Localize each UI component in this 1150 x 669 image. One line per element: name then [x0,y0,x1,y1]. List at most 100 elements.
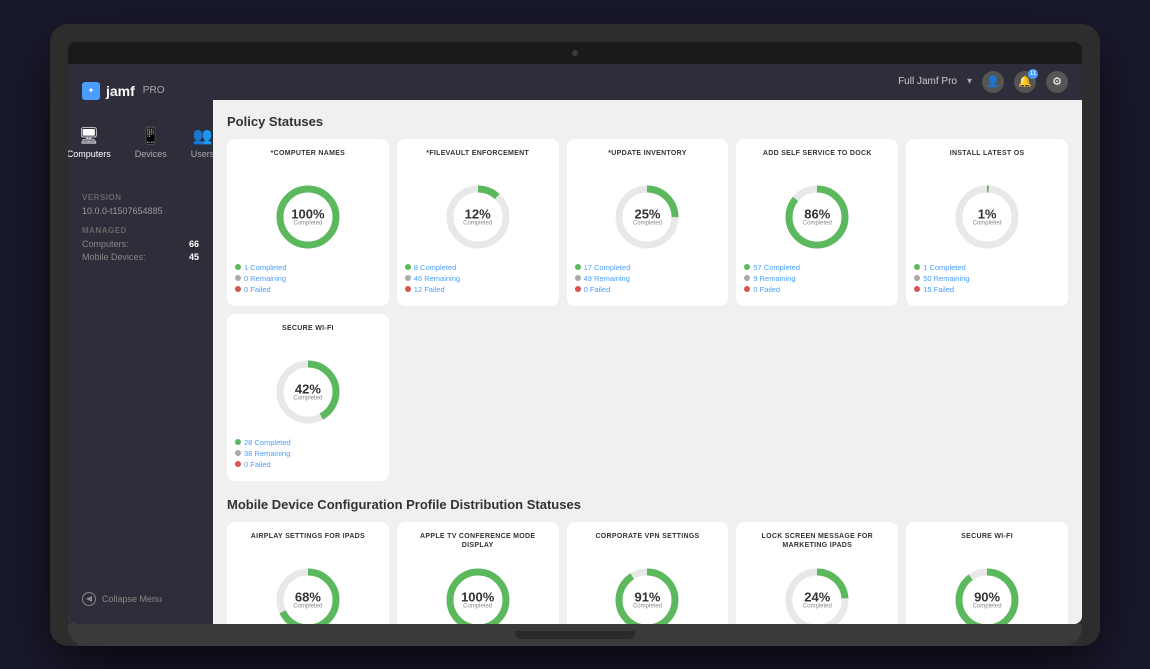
stat-dot-gray [405,275,411,281]
stat-dot-gray [235,450,241,456]
card-title: AIRPLAY SETTINGS FOR IPADS [251,532,365,554]
donut-percent: 24% [803,590,832,603]
sidebar-item-devices[interactable]: 📱 Devices [125,120,177,165]
stat-text[interactable]: 9 Remaining [753,274,795,283]
policy-card: AIRPLAY SETTINGS FOR IPADS68%Completed31… [227,522,389,624]
donut-sublabel: Completed [633,603,662,609]
donut-chart: 42%Completed [272,356,344,428]
donut-sublabel: Completed [973,220,1002,226]
stat-row: 9 Remaining [744,274,890,283]
computers-key: Computers: [82,239,129,249]
stat-row: 46 Remaining [405,274,551,283]
policy-card: LOCK SCREEN MESSAGE FOR MARKETING IPADS2… [736,522,898,624]
stat-text[interactable]: 50 Remaining [923,274,969,283]
stat-dot-gray [744,275,750,281]
card-title: SECURE WI-FI [961,532,1013,554]
dropdown-arrow[interactable]: ▾ [967,76,972,87]
donut-chart: 100%Completed [442,564,514,624]
stat-text[interactable]: 15 Failed [923,285,954,294]
laptop-content: jamf PRO 🖥 Computers 📱 Devices 👥 Users [68,64,1082,624]
donut-percent: 25% [633,207,662,220]
policy-card: INSTALL LATEST OS 1%Completed 1 Completed 5… [906,139,1068,306]
donut-percent: 42% [293,382,322,395]
laptop-frame: jamf PRO 🖥 Computers 📱 Devices 👥 Users [50,24,1100,646]
card-stats: 17 Completed 49 Remaining 0 Failed [575,263,721,296]
stat-text[interactable]: 0 Failed [584,285,611,294]
stat-text[interactable]: 12 Failed [414,285,445,294]
logo-area: jamf PRO [68,74,213,108]
version-label: VERSION [82,193,199,202]
stat-dot-red [575,286,581,292]
stat-dot-red [744,286,750,292]
policy-card: SECURE WI-FI90%Completed40 Completed4 Re… [906,522,1068,624]
stat-text[interactable]: 0 Remaining [244,274,286,283]
card-title: SECURE WI-FI [282,324,334,346]
donut-chart: 24%Completed [781,564,853,624]
donut-chart: 25%Completed [611,181,683,253]
stat-dot-green [405,264,411,270]
card-stats: 1 Completed 0 Remaining 0 Failed [235,263,381,296]
stat-text[interactable]: 8 Completed [414,263,457,272]
computers-icon: 🖥 [79,126,99,146]
stat-text[interactable]: 1 Completed [244,263,287,272]
mobile-section-title: Mobile Device Configuration Profile Dist… [227,497,1068,512]
donut-percent: 90% [973,590,1002,603]
collapse-menu-button[interactable]: ◀ Collapse Menu [68,584,213,614]
sidebar-nav: 🖥 Computers 📱 Devices 👥 Users [68,116,213,169]
policy-card: *UPDATE INVENTORY25%Completed17 Complete… [567,139,729,306]
donut-sublabel: Completed [803,220,832,226]
mobile-cards-grid: AIRPLAY SETTINGS FOR IPADS68%Completed31… [227,522,1068,624]
stat-text[interactable]: 1 Completed [923,263,966,272]
donut-percent: 1% [973,207,1002,220]
mobile-key: Mobile Devices: [82,252,146,262]
mobile-num: 45 [189,252,199,262]
card-title: INSTALL LATEST OS [950,149,1025,171]
stat-row: 57 Completed [744,263,890,272]
users-icon: 👥 [193,126,213,146]
donut-chart: 91%Completed [611,564,683,624]
stat-text[interactable]: 0 Failed [244,460,271,469]
stat-dot-gray [575,275,581,281]
stat-dot-green [575,264,581,270]
sidebar-item-computers[interactable]: 🖥 Computers [68,120,121,165]
devices-icon: 📱 [141,126,161,146]
stat-text[interactable]: 38 Remaining [244,449,290,458]
donut-sublabel: Completed [803,603,832,609]
computers-row: Computers: 66 [82,239,199,249]
policy-card: SECURE WI-FI 42%Completed 28 Completed 38 R… [227,314,389,481]
stat-text[interactable]: 46 Remaining [414,274,460,283]
donut-sublabel: Completed [293,603,322,609]
stat-text[interactable]: 0 Failed [753,285,780,294]
collapse-label: Collapse Menu [102,594,162,604]
stat-dot-green [744,264,750,270]
jamf-icon [82,82,100,100]
version-value: 10.0.0-t1507654885 [82,206,199,216]
stat-row: 12 Failed [405,285,551,294]
donut-chart: 90%Completed [951,564,1023,624]
settings-icon-button[interactable]: ⚙ [1046,71,1068,93]
laptop-screen: jamf PRO 🖥 Computers 📱 Devices 👥 Users [68,42,1082,624]
donut-percent: 100% [291,207,324,220]
top-bar: Full Jamf Pro ▾ 👤 🔔 11 ⚙ [213,64,1082,100]
donut-chart: 68%Completed [272,564,344,624]
logo-text: jamf [106,83,135,99]
donut-chart: 1%Completed [951,181,1023,253]
stat-text[interactable]: 57 Completed [753,263,800,272]
stat-text[interactable]: 0 Failed [244,285,271,294]
stat-text[interactable]: 17 Completed [584,263,631,272]
notification-bell[interactable]: 🔔 11 [1014,71,1036,93]
card-stats: 8 Completed 46 Remaining 12 Failed [405,263,551,296]
card-stats: 28 Completed 38 Remaining 0 Failed [235,438,381,471]
stat-dot-red [235,286,241,292]
donut-percent: 68% [293,590,322,603]
notification-badge-count: 11 [1028,69,1038,79]
stat-dot-red [914,286,920,292]
computers-label: Computers [68,149,111,159]
stat-row: 8 Completed [405,263,551,272]
stat-text[interactable]: 28 Completed [244,438,291,447]
user-icon-button[interactable]: 👤 [982,71,1004,93]
stat-row: 17 Completed [575,263,721,272]
donut-percent: 86% [803,207,832,220]
stat-text[interactable]: 49 Remaining [584,274,630,283]
stat-dot-red [235,461,241,467]
